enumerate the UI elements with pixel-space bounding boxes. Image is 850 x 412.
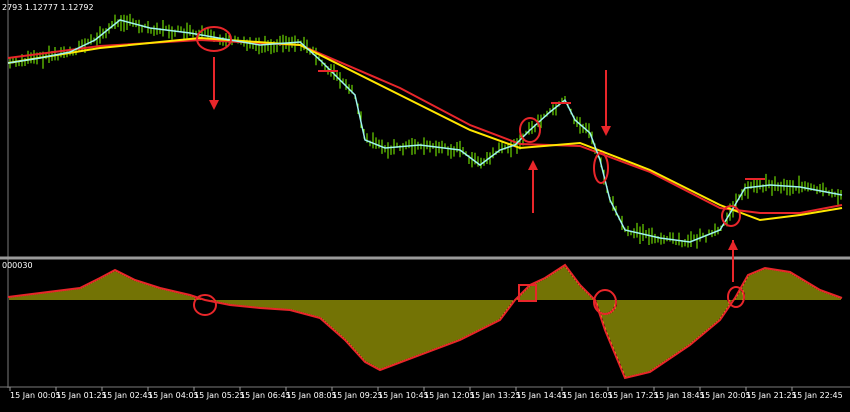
time-label: 15 Jan 18:45 [654,391,705,400]
price-line [7,19,843,243]
down-arrow-icon [209,100,219,110]
up-arrow-icon [528,160,538,170]
time-label: 15 Jan 05:25 [194,391,245,400]
chart-canvas: 2793 1.12777 1.12792 000030 15 Jan 00:05… [0,0,850,400]
time-label: 15 Jan 08:05 [286,391,337,400]
time-label: 15 Jan 04:05 [148,391,199,400]
annotation-circle [193,294,217,316]
time-label: 15 Jan 21:25 [746,391,797,400]
time-label: 15 Jan 06:45 [240,391,291,400]
time-label: 15 Jan 20:05 [700,391,751,400]
up-arrow-icon [728,240,738,250]
annotation-circle [593,289,617,315]
time-label: 15 Jan 22:45 [792,391,843,400]
annotations [193,26,745,316]
time-label: 15 Jan 12:05 [424,391,475,400]
time-label: 15 Jan 14:45 [516,391,567,400]
slow-moving-average [7,38,843,214]
price-bars [9,13,842,249]
time-label: 15 Jan 16:05 [562,391,613,400]
time-label: 15 Jan 10:45 [378,391,429,400]
time-label: 15 Jan 17:25 [608,391,659,400]
time-label: 15 Jan 01:25 [56,391,107,400]
time-label: 15 Jan 00:05 [10,391,61,400]
oscillator-histogram [9,265,841,378]
time-label: 15 Jan 13:25 [470,391,521,400]
price-header: 2793 1.12777 1.12792 [2,3,94,12]
oscillator-outline [7,263,843,380]
fast-moving-average [7,36,843,222]
oscillator-header: 000030 [2,261,33,270]
down-arrow-icon [601,126,611,136]
time-label: 15 Jan 02:45 [102,391,153,400]
time-label: 15 Jan 09:25 [332,391,383,400]
time-axis: 15 Jan 00:0515 Jan 01:2515 Jan 02:4515 J… [9,387,843,400]
